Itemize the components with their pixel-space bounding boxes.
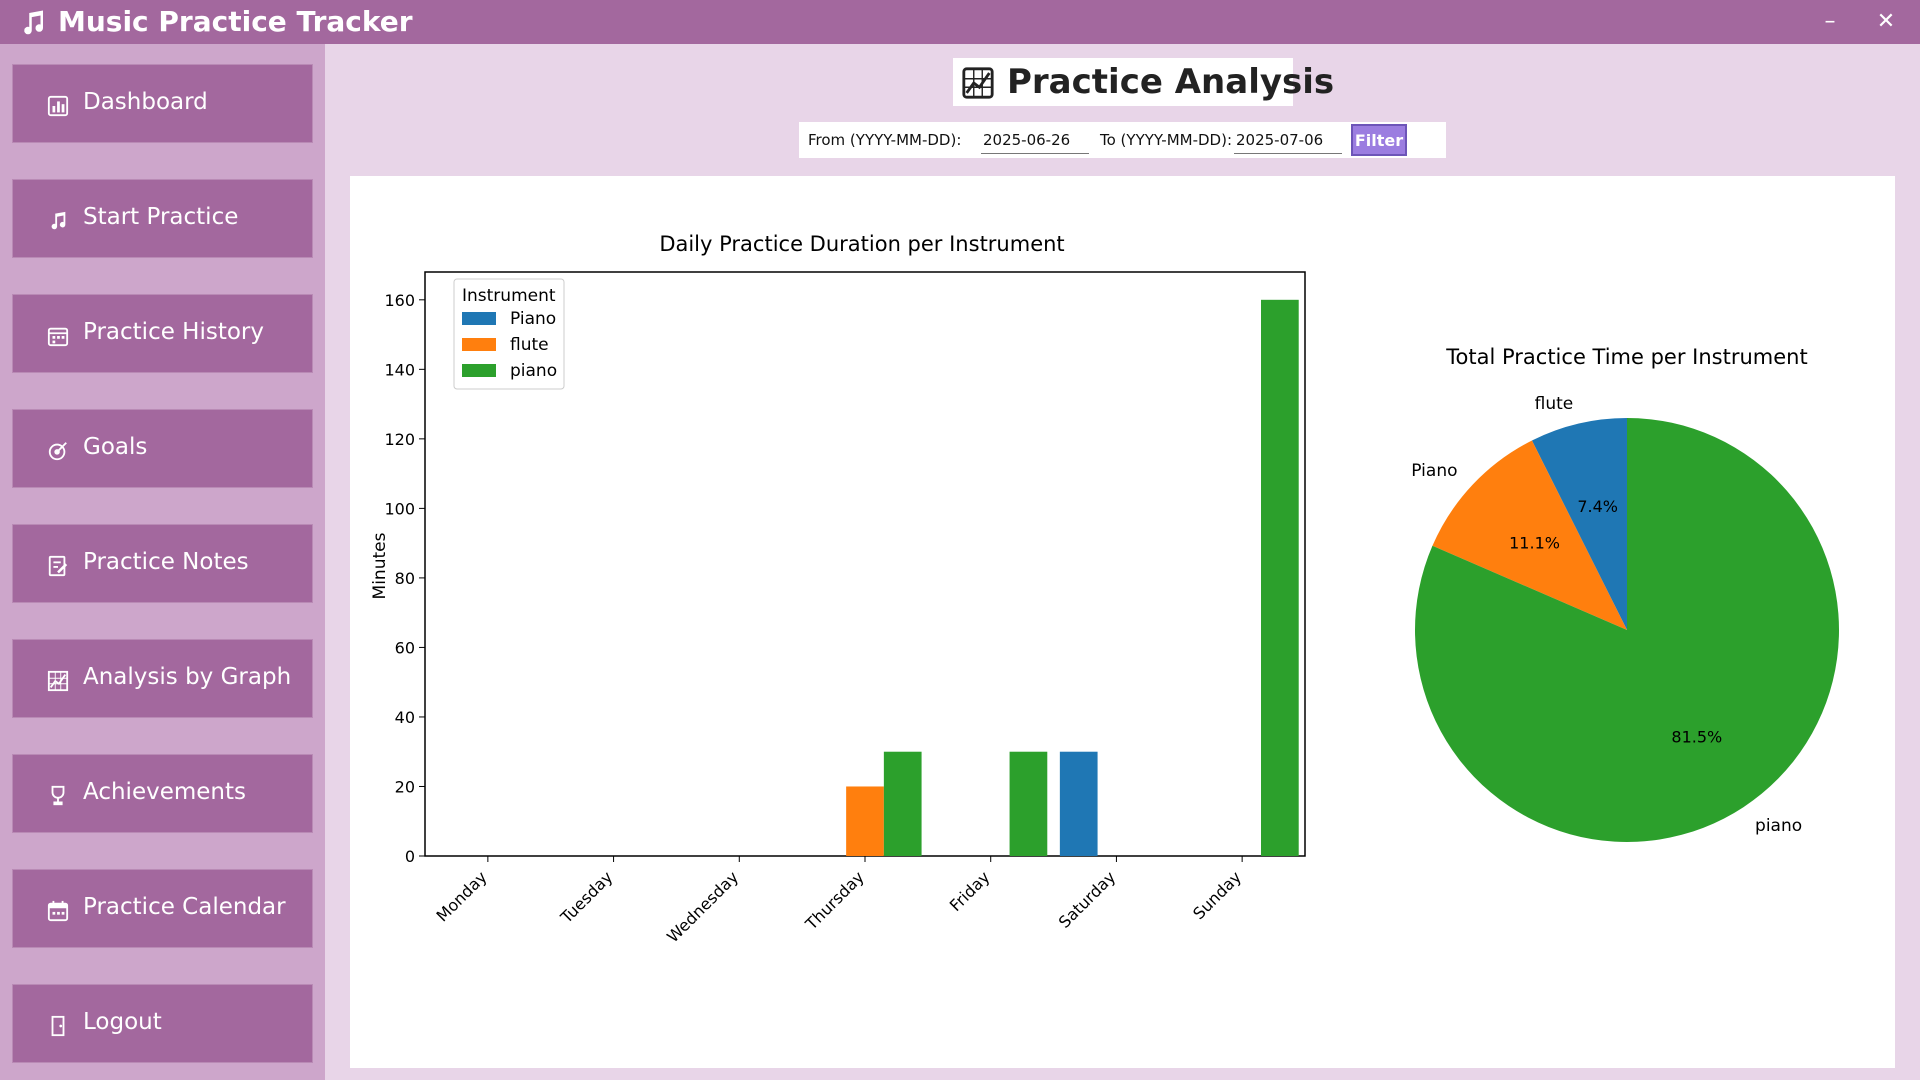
sidebar-item-label: Practice Notes xyxy=(83,549,249,575)
title-bar: Music Practice Tracker – ✕ xyxy=(0,0,1920,44)
bar xyxy=(1261,299,1299,856)
bar xyxy=(1009,751,1048,856)
legend-swatch-flute xyxy=(462,338,496,351)
close-button[interactable]: ✕ xyxy=(1866,6,1906,38)
x-tick-label: Tuesday xyxy=(556,867,616,927)
pie-pct-label: 81.5% xyxy=(1671,727,1722,746)
y-tick-label: 140 xyxy=(384,360,415,379)
y-tick-label: 100 xyxy=(384,499,415,518)
from-date-input[interactable] xyxy=(981,126,1089,154)
bar-chart-legend: Instrument Piano flute piano xyxy=(453,278,565,390)
sidebar-item-start-practice[interactable]: Start Practice xyxy=(12,179,313,258)
bar-chart-title: Daily Practice Duration per Instrument xyxy=(659,232,1064,256)
x-tick-label: Friday xyxy=(946,867,994,915)
chart-icon xyxy=(962,67,994,99)
sidebar-item-label: Achievements xyxy=(83,779,246,805)
filter-button[interactable]: Filter xyxy=(1351,124,1407,156)
y-tick-label: 120 xyxy=(384,430,415,449)
sidebar-item-practice-history[interactable]: Practice History xyxy=(12,294,313,373)
sidebar-item-label: Goals xyxy=(83,434,148,460)
legend-title: Instrument xyxy=(462,286,556,306)
music-note-icon xyxy=(51,211,66,230)
sidebar-item-label: Practice Calendar xyxy=(83,894,286,920)
pie-pct-label: 11.1% xyxy=(1509,534,1560,553)
sidebar-item-dashboard[interactable]: Dashboard xyxy=(12,64,313,143)
pie-slice-label: Piano xyxy=(1411,461,1457,481)
y-tick-label: 0 xyxy=(405,847,415,866)
trophy-icon xyxy=(51,785,65,806)
date-filter-bar: From (YYYY-MM-DD): To (YYYY-MM-DD): Filt… xyxy=(799,122,1446,158)
bar xyxy=(1059,751,1098,856)
to-date-input[interactable] xyxy=(1234,126,1342,154)
x-tick-label: Thursday xyxy=(801,867,868,934)
sidebar-item-label: Start Practice xyxy=(83,204,239,230)
legend-swatch-piano xyxy=(462,364,496,377)
page-header: Practice Analysis xyxy=(953,58,1334,106)
chart-panel: Daily Practice Duration per Instrument M… xyxy=(350,176,1895,1068)
y-tick-label: 160 xyxy=(384,291,415,310)
sidebar: Dashboard Start Practice Practice Histor… xyxy=(0,44,325,1080)
sidebar-item-label: Analysis by Graph xyxy=(83,664,292,690)
bar xyxy=(846,786,884,856)
legend-swatch-piano-cap xyxy=(462,312,496,325)
sidebar-item-logout[interactable]: Logout xyxy=(12,984,313,1063)
notepad-icon xyxy=(48,555,68,577)
sidebar-item-practice-calendar[interactable]: Practice Calendar xyxy=(12,869,313,948)
from-date-label: From (YYYY-MM-DD): xyxy=(808,131,962,149)
legend-entry: piano xyxy=(510,361,557,381)
app-title: Music Practice Tracker xyxy=(58,5,413,38)
pie-pct-label: 7.4% xyxy=(1577,497,1618,516)
x-tick-label: Wednesday xyxy=(663,867,742,946)
y-tick-label: 80 xyxy=(395,569,415,588)
x-tick-label: Sunday xyxy=(1189,867,1245,923)
sidebar-item-label: Practice History xyxy=(83,319,265,345)
y-tick-label: 60 xyxy=(395,638,415,657)
sidebar-item-goals[interactable]: Goals xyxy=(12,409,313,488)
page-title: Practice Analysis xyxy=(1007,62,1335,102)
y-tick-label: 40 xyxy=(395,708,415,727)
chart-icon xyxy=(47,670,69,692)
sidebar-item-label: Logout xyxy=(83,1009,162,1035)
y-tick-label: 20 xyxy=(395,777,415,796)
bar-chart-icon xyxy=(47,95,69,117)
sidebar-item-practice-notes[interactable]: Practice Notes xyxy=(12,524,313,603)
bar xyxy=(883,751,922,856)
legend-entry: flute xyxy=(510,335,549,355)
to-date-label: To (YYYY-MM-DD): xyxy=(1100,131,1232,149)
pie-slice-label: piano xyxy=(1755,816,1802,836)
x-tick-label: Monday xyxy=(433,867,491,925)
music-note-icon xyxy=(24,10,44,35)
x-tick-label: Saturday xyxy=(1055,867,1119,931)
bar-chart-ylabel: Minutes xyxy=(370,532,390,599)
charts-canvas: Daily Practice Duration per Instrument M… xyxy=(370,232,1840,946)
sidebar-item-analysis-by-graph[interactable]: Analysis by Graph xyxy=(12,639,313,718)
target-icon xyxy=(48,442,67,461)
pie-chart-title: Total Practice Time per Instrument xyxy=(1445,345,1807,369)
pie-slice-label: flute xyxy=(1535,394,1574,414)
calendar-icon xyxy=(47,900,69,922)
main-content: Practice Analysis From (YYYY-MM-DD): To … xyxy=(325,44,1920,1080)
sidebar-item-label: Dashboard xyxy=(83,89,208,115)
pie-chart-marks: 7.4% flute 11.1% Piano 81.5% piano xyxy=(1411,394,1840,842)
sidebar-item-achievements[interactable]: Achievements xyxy=(12,754,313,833)
minimize-button[interactable]: – xyxy=(1810,6,1850,38)
calendar-grid-icon xyxy=(47,327,69,347)
legend-entry: Piano xyxy=(510,309,556,329)
door-icon xyxy=(51,1015,65,1037)
